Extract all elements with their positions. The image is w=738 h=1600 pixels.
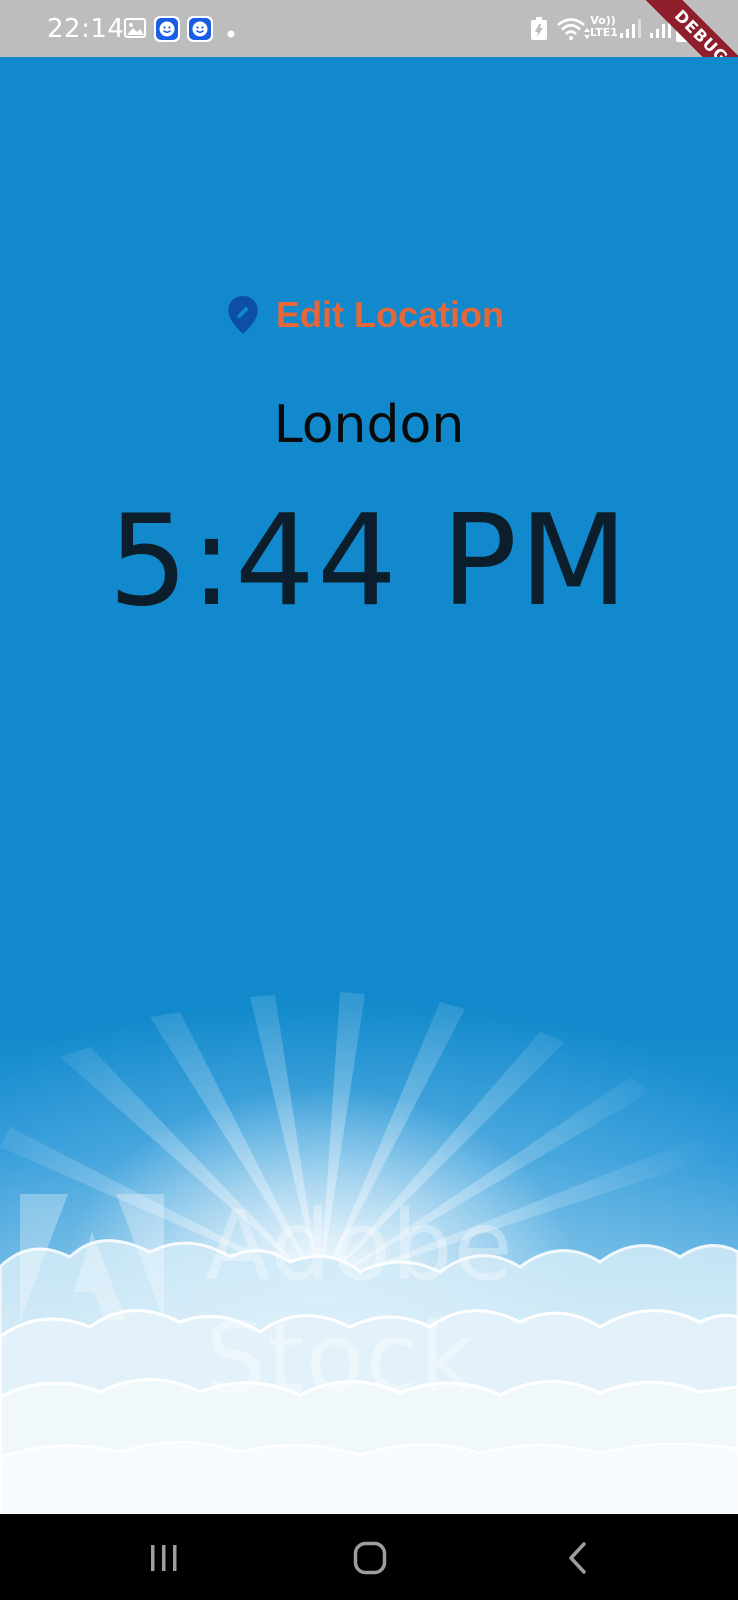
- volte-lte1-icon: Vo)) LTE1: [590, 14, 618, 39]
- adobe-stock-watermark-text: Adobe Stock: [205, 1190, 514, 1414]
- location-name: London: [273, 395, 465, 455]
- edit-location-label: Edit Location: [276, 294, 504, 335]
- recents-icon: [151, 1545, 177, 1571]
- location-time: 5:44 PM: [108, 487, 630, 634]
- signal-icon: [619, 19, 641, 44]
- home-button[interactable]: [340, 1536, 400, 1580]
- edit-location-button[interactable]: Edit Location: [226, 291, 504, 339]
- status-bar: 22:14 Vo)) LTE1 DEBUG: [0, 0, 738, 57]
- recents-button[interactable]: [134, 1536, 194, 1580]
- status-time: 22:14: [47, 14, 125, 44]
- battery-saver-icon: [530, 17, 548, 46]
- navigation-bar: [0, 1514, 738, 1600]
- debug-banner: DEBUG: [631, 0, 738, 57]
- smile-app-icon: [154, 16, 180, 47]
- adobe-logo-watermark: [20, 1194, 164, 1320]
- back-button[interactable]: [548, 1536, 608, 1580]
- home-icon: [353, 1541, 387, 1575]
- location-edit-icon: [226, 295, 260, 335]
- wifi-icon: [556, 16, 590, 47]
- smile-app-icon: [187, 16, 213, 47]
- back-icon: [569, 1542, 586, 1574]
- dot-icon: [227, 25, 235, 43]
- gallery-icon: [124, 18, 146, 43]
- main-content: Adobe Stock Edit Location London 5:44 PM: [0, 57, 738, 1514]
